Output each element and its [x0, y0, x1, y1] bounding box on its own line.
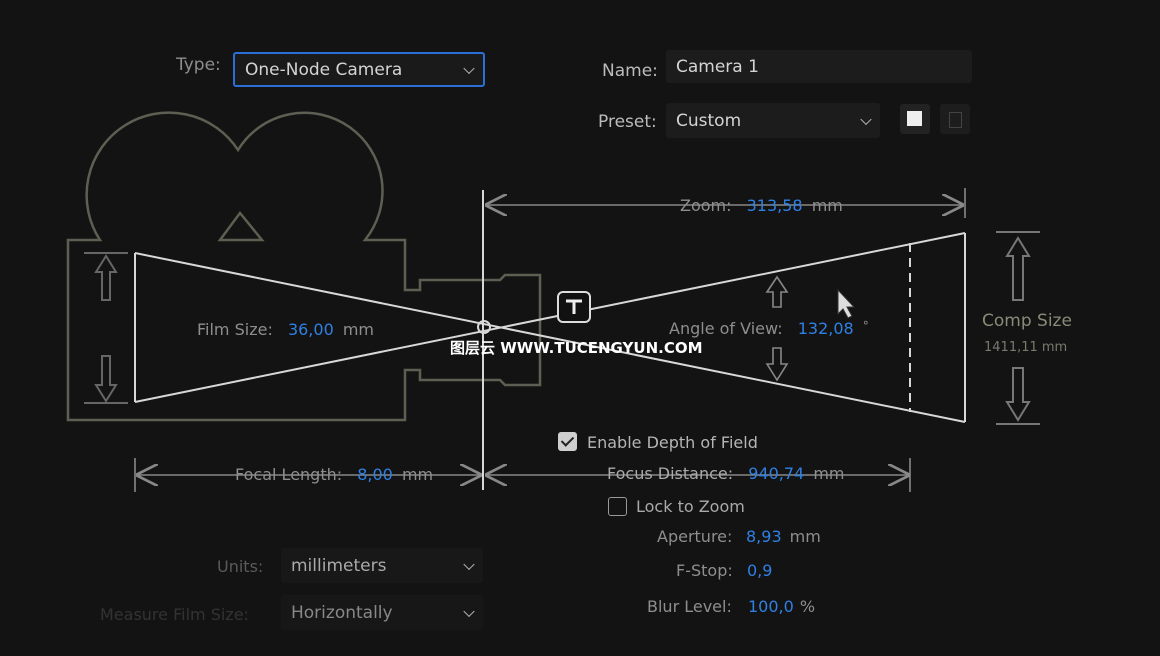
watermark: 图层云 WWW.TUCENGYUN.COM — [450, 339, 703, 357]
lock-to-zoom-checkbox[interactable] — [608, 497, 627, 516]
focus-distance-unit: mm — [813, 464, 845, 483]
preset-value: Custom — [676, 110, 742, 131]
name-label: Name: — [602, 61, 658, 81]
focus-distance-field: Focus Distance: 940,74 mm — [607, 464, 844, 483]
focus-distance-label: Focus Distance: — [607, 464, 734, 483]
chevron-down-icon — [463, 558, 475, 570]
f-stop-label: F-Stop: — [676, 561, 733, 580]
type-value: One-Node Camera — [245, 59, 403, 80]
film-size-field: Film Size: 36,00 mm — [197, 320, 374, 339]
name-input[interactable]: Camera 1 — [666, 50, 972, 83]
camera-body-outline — [66, 111, 542, 422]
chevron-down-icon — [463, 62, 475, 74]
focal-length-label: Focal Length: — [235, 465, 343, 484]
focal-length-value[interactable]: 8,00 — [357, 465, 393, 484]
zoom-field: Zoom: 313,58 mm — [680, 196, 843, 215]
angle-of-view-label: Angle of View: — [669, 319, 783, 338]
film-size-value[interactable]: 36,00 — [288, 320, 334, 339]
film-size-unit: mm — [342, 320, 375, 339]
f-stop-value[interactable]: 0,9 — [747, 561, 772, 580]
blur-level-unit: % — [799, 597, 816, 616]
comp-size-value: 1411,11 mm — [984, 340, 1068, 355]
new-preset-button[interactable] — [900, 104, 930, 134]
angle-of-view-value[interactable]: 132,08 — [798, 319, 854, 338]
type-label: Type: — [176, 55, 221, 75]
angle-of-view-field: Angle of View: 132,08 ° — [669, 319, 869, 338]
focal-length-field: Focal Length: 8,00 mm — [235, 465, 433, 484]
chevron-down-icon — [860, 113, 872, 125]
angle-of-view-unit: ° — [862, 319, 869, 333]
focus-distance-value[interactable]: 940,74 — [748, 464, 804, 483]
chevron-down-icon — [463, 605, 475, 617]
measure-film-size-label: Measure Film Size: — [100, 605, 249, 624]
zoom-label: Zoom: — [680, 196, 732, 215]
delete-preset-button[interactable] — [940, 104, 970, 134]
units-label: Units: — [217, 557, 264, 576]
zoom-value[interactable]: 313,58 — [747, 196, 803, 215]
new-preset-icon — [907, 111, 922, 126]
checkmark-icon — [560, 433, 575, 447]
film-size-label: Film Size: — [197, 320, 273, 339]
blur-level-value[interactable]: 100,0 — [748, 597, 794, 616]
preset-label: Preset: — [598, 112, 657, 132]
preset-dropdown[interactable]: Custom — [666, 103, 880, 138]
lock-to-zoom-label[interactable]: Lock to Zoom — [636, 497, 745, 516]
measure-film-size-value: Horizontally — [291, 602, 393, 623]
text-tool-icon — [557, 291, 591, 323]
measure-film-size-dropdown[interactable]: Horizontally — [281, 595, 483, 630]
type-dropdown[interactable]: One-Node Camera — [233, 52, 485, 87]
film-arrows — [84, 252, 128, 404]
aperture-unit: mm — [789, 527, 821, 546]
name-value: Camera 1 — [676, 56, 759, 77]
depth-of-field-label[interactable]: Enable Depth of Field — [587, 433, 758, 452]
aperture-value[interactable]: 8,93 — [746, 527, 782, 546]
depth-of-field-checkbox[interactable] — [558, 432, 577, 451]
mouse-cursor-icon — [837, 288, 856, 319]
aperture-label: Aperture: — [657, 527, 733, 546]
units-value: millimeters — [291, 555, 387, 576]
zoom-unit: mm — [811, 196, 843, 215]
units-dropdown[interactable]: millimeters — [281, 548, 483, 583]
comp-size-label: Comp Size — [982, 311, 1072, 331]
focal-length-unit: mm — [401, 465, 434, 484]
trash-icon — [949, 112, 962, 128]
blur-level-label: Blur Level: — [647, 597, 732, 616]
